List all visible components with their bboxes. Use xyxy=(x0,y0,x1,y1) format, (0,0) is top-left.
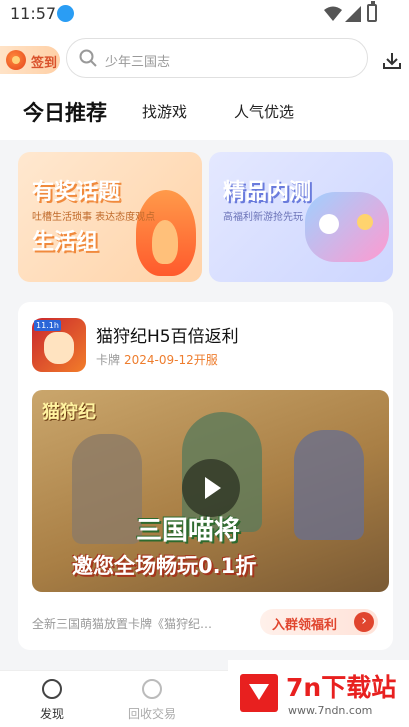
discover-icon xyxy=(42,679,62,699)
top-bar: 签到 少年三国志 xyxy=(0,30,409,88)
watermark: 7n下载站 www.7ndn.com xyxy=(228,660,409,727)
yen-icon xyxy=(142,679,162,699)
gamepad-icon xyxy=(305,192,389,262)
search-input[interactable]: 少年三国志 xyxy=(66,38,368,78)
game-name[interactable]: 猫狩纪H5百倍返利 xyxy=(96,322,239,347)
signal-icon xyxy=(345,6,361,22)
play-icon[interactable] xyxy=(182,459,240,517)
search-placeholder: 少年三国志 xyxy=(105,55,171,70)
battery-icon xyxy=(367,1,377,22)
game-icon[interactable]: 11.1h xyxy=(32,318,86,372)
nav-label: 发现 xyxy=(39,707,64,721)
watermark-url: www.7ndn.com xyxy=(288,704,373,717)
video-caption: 三国喵将 xyxy=(136,516,241,546)
tab-find-games[interactable]: 找游戏 xyxy=(142,101,187,122)
tab-popular[interactable]: 人气优选 xyxy=(234,101,294,122)
banner-beta[interactable]: 精品内测 高福利新游抢先玩 xyxy=(209,152,393,282)
flame-icon xyxy=(136,190,196,276)
tab-recommend[interactable]: 今日推荐 xyxy=(23,97,107,127)
wifi-icon xyxy=(324,6,342,21)
video-logo: 猫狩纪 xyxy=(42,402,96,423)
game-description: 全新三国萌猫放置卡牌《猫狩纪… xyxy=(32,617,213,631)
coin-icon xyxy=(6,50,26,70)
signin-button[interactable]: 签到 xyxy=(0,46,60,74)
watermark-name: 7n下载站 xyxy=(286,673,397,702)
banner-subtitle: 高福利新游抢先玩 xyxy=(223,212,303,223)
video-caption-2: 邀您全场畅玩0.1折 xyxy=(72,554,257,578)
nav-discover[interactable]: 发现 xyxy=(30,679,74,722)
chevron-right-icon: › xyxy=(354,612,374,632)
nav-label: 回收交易 xyxy=(127,707,176,721)
download-manager-icon[interactable] xyxy=(382,52,402,70)
game-open-date: 2024-09-12开服 xyxy=(124,353,218,367)
banner-topic[interactable]: 有奖话题 吐槽生活琐事 表达态度观点 生活组 xyxy=(18,152,202,282)
download-notification-icon xyxy=(57,5,74,22)
status-bar: 11:57 xyxy=(0,0,409,30)
hero-figure xyxy=(294,430,364,540)
game-video[interactable]: 猫狩纪 三国喵将 邀您全场畅玩0.1折 xyxy=(32,390,389,592)
status-time: 11:57 xyxy=(10,4,57,23)
game-card[interactable]: 11.1h 猫狩纪H5百倍返利 卡牌 2024-09-12开服 猫狩纪 三国喵将… xyxy=(18,302,393,650)
hero-figure xyxy=(72,434,142,544)
banner-subtitle: 吐槽生活琐事 表达态度观点 xyxy=(32,212,156,223)
banner-title: 精品内测 xyxy=(223,180,312,205)
banner-title-2: 生活组 xyxy=(32,230,99,255)
game-type: 卡牌 xyxy=(96,353,121,367)
banner-title: 有奖话题 xyxy=(32,180,121,205)
download-arrow-icon xyxy=(240,674,278,712)
signin-label: 签到 xyxy=(31,56,58,71)
tab-bar: 今日推荐 找游戏 人气优选 xyxy=(0,88,409,140)
nav-recycle-trade[interactable]: 回收交易 xyxy=(120,679,184,722)
join-group-label: 入群领福利 xyxy=(272,618,338,633)
join-group-button[interactable]: 入群领福利 › xyxy=(260,609,378,635)
search-icon xyxy=(79,49,97,67)
game-icon-tag: 11.1h xyxy=(34,320,61,331)
cat-face-icon xyxy=(44,332,74,364)
